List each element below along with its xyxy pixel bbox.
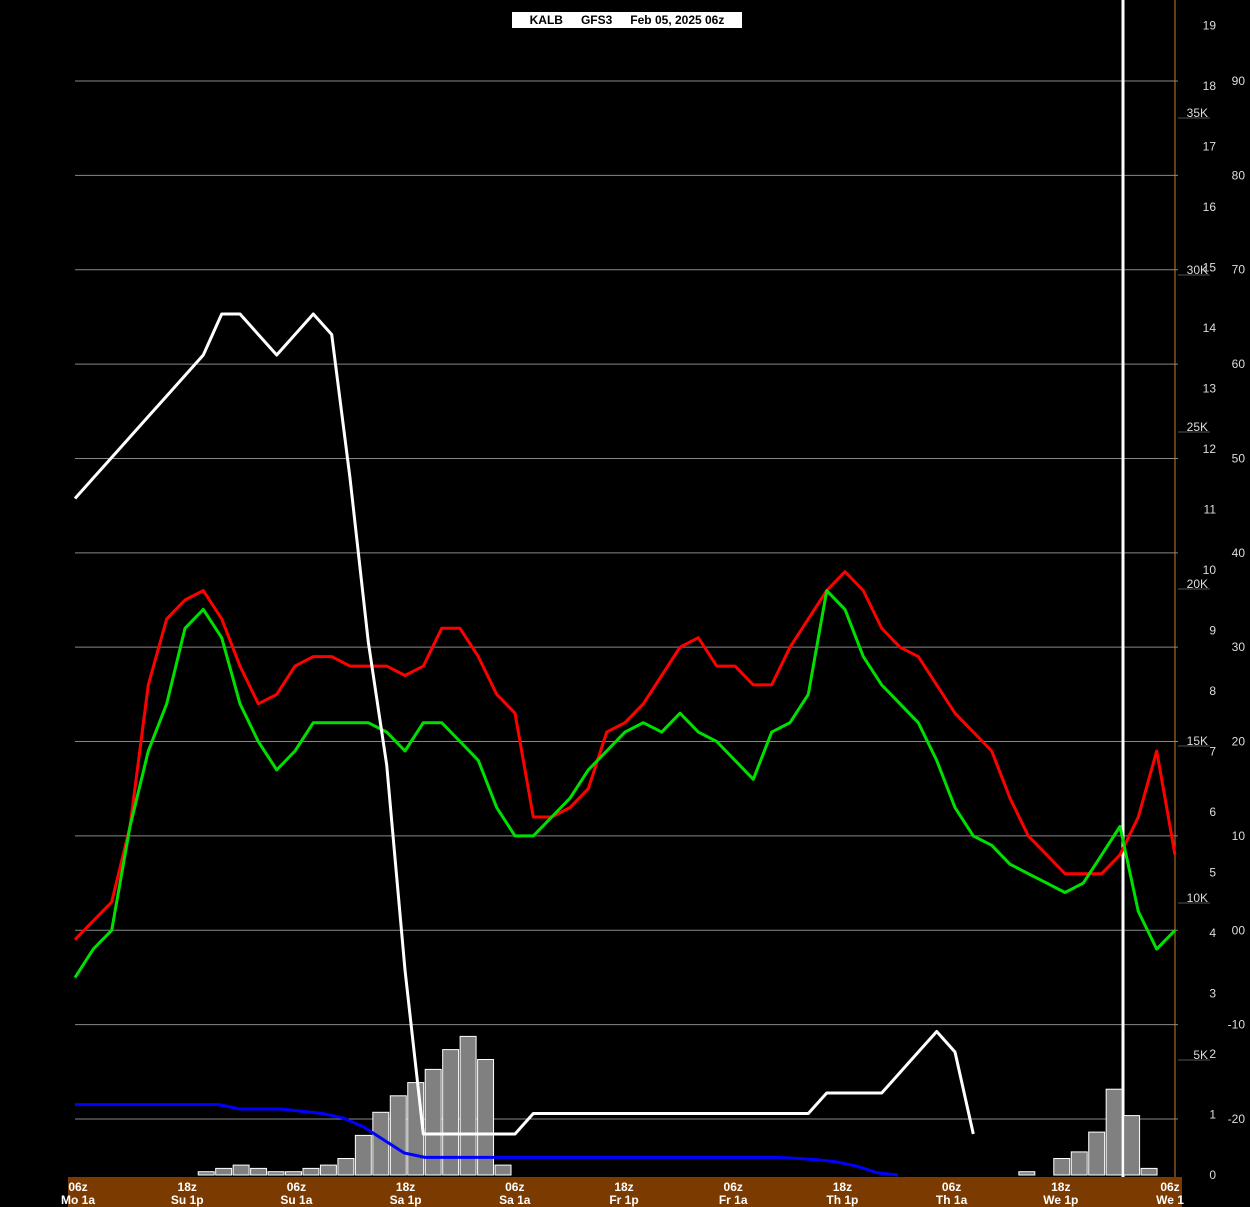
count-tick-label: 18 (1203, 79, 1217, 93)
precip-bar (1018, 1171, 1036, 1176)
temp-tick-label: 20 (1232, 735, 1246, 749)
count-tick-label: 14 (1203, 321, 1217, 335)
count-tick-label: 10 (1203, 563, 1217, 577)
precip-bar (215, 1167, 233, 1176)
time-tick-bottom: Mo 1a (61, 1193, 95, 1207)
count-tick-label: 12 (1203, 442, 1217, 456)
count-tick-label: 15 (1203, 261, 1217, 275)
temp-tick-label: 90 (1232, 74, 1246, 88)
time-tick-top: 18z (1051, 1180, 1070, 1194)
precip-bar (1140, 1167, 1158, 1176)
cloud_top-line (73, 312, 975, 1136)
precip-bar (285, 1171, 302, 1176)
time-tick-bottom: Su 1p (171, 1193, 204, 1207)
temp-tick-label: -10 (1228, 1018, 1246, 1032)
time-tick-top: 06z (287, 1180, 306, 1194)
count-tick-label: 16 (1203, 200, 1217, 214)
count-tick-label: 0 (1209, 1168, 1216, 1182)
precip-bars (197, 1035, 1158, 1176)
time-tick-bottom: Sa 1a (499, 1193, 531, 1207)
temp-tick-label: -20 (1228, 1112, 1246, 1126)
count-tick-label: 3 (1209, 987, 1216, 1001)
time-tick-top: 06z (505, 1180, 524, 1194)
count-tick-label: 11 (1204, 503, 1217, 517)
time-tick-bottom: Th 1p (826, 1193, 858, 1207)
precip-bar (337, 1158, 355, 1176)
height-tick-label: 15K (1187, 734, 1208, 748)
time-tick-top: 06z (724, 1180, 743, 1194)
series-lines (73, 312, 1177, 1177)
count-tick-label: 13 (1203, 382, 1217, 396)
temperature-line (73, 570, 1177, 941)
time-tick-bottom: Sa 1p (390, 1193, 422, 1207)
height-tick-label: 25K (1187, 420, 1208, 434)
meteogram-chart: -20-10001020304050607080905K10K15K20K25K… (61, 0, 1246, 1207)
time-tick-top: 06z (1160, 1180, 1179, 1194)
grid-lines (75, 0, 1210, 1177)
precip-bar (1123, 1115, 1141, 1176)
temp-tick-label: 60 (1232, 357, 1246, 371)
count-tick-label: 7 (1209, 745, 1216, 759)
time-tick-top: 06z (942, 1180, 961, 1194)
temp-tick-label: 50 (1232, 451, 1246, 465)
temp-tick-label: 40 (1232, 546, 1246, 560)
time-tick-bottom: We 1p (1043, 1193, 1078, 1207)
precip-bar (372, 1111, 390, 1176)
temp-tick-label: 00 (1232, 923, 1246, 937)
time-tick-top: 18z (178, 1180, 197, 1194)
height-tick-label: 10K (1187, 891, 1208, 905)
precip-bar (1053, 1158, 1071, 1176)
precip-bar (319, 1164, 337, 1176)
count-tick-label: 4 (1209, 926, 1216, 940)
precip-bar (232, 1164, 250, 1176)
time-tick-bottom: Th 1a (936, 1193, 968, 1207)
time-tick-bottom: Su 1a (280, 1193, 312, 1207)
precip-bar (389, 1095, 407, 1176)
count-tick-label: 19 (1203, 19, 1217, 33)
count-tick-label: 1 (1209, 1108, 1216, 1122)
precip-bar (302, 1167, 320, 1176)
height-tick-label: 35K (1187, 106, 1208, 120)
count-tick-label: 2 (1209, 1047, 1216, 1061)
dewpoint-line (73, 589, 1177, 979)
count-tick-label: 6 (1209, 805, 1216, 819)
time-tick-bottom: Fr 1a (719, 1193, 748, 1207)
precip-bar (267, 1171, 285, 1176)
precip-bar (1105, 1088, 1123, 1176)
temp-tick-label: 70 (1232, 263, 1246, 277)
precip-bar (424, 1068, 442, 1176)
precip-bar (459, 1035, 477, 1176)
time-tick-bottom: We 1 (1156, 1193, 1184, 1207)
temp-tick-label: 10 (1232, 829, 1246, 843)
count-tick-label: 9 (1209, 624, 1216, 638)
count-tick-label: 8 (1209, 684, 1216, 698)
temp-tick-label: 80 (1232, 168, 1246, 182)
time-tick-top: 18z (396, 1180, 415, 1194)
time-tick-top: 06z (68, 1180, 87, 1194)
precip-bar (1070, 1151, 1088, 1176)
axes: -20-10001020304050607080905K10K15K20K25K… (61, 19, 1246, 1207)
precip-bar (494, 1164, 512, 1176)
count-tick-label: 17 (1203, 140, 1217, 154)
time-tick-top: 18z (614, 1180, 633, 1194)
temp-tick-label: 30 (1232, 640, 1246, 654)
time-tick-top: 18z (833, 1180, 852, 1194)
precip-bar (1088, 1131, 1106, 1176)
precip-bar (250, 1167, 268, 1176)
time-tick-bottom: Fr 1p (609, 1193, 638, 1207)
height-tick-label: 20K (1187, 577, 1208, 591)
height-tick-label: 5K (1193, 1048, 1208, 1062)
precip-bar (354, 1134, 372, 1176)
precip-bar (197, 1171, 215, 1176)
count-tick-label: 5 (1209, 866, 1216, 880)
